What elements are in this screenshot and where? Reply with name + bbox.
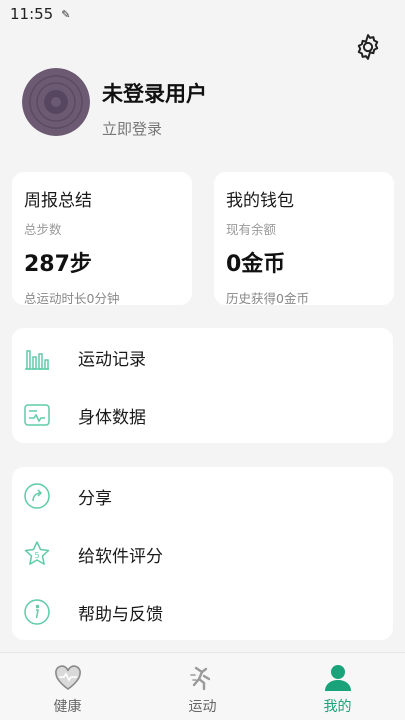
avatar[interactable]	[22, 68, 90, 136]
bar-chart-icon	[22, 342, 52, 372]
username: 未登录用户	[102, 82, 207, 106]
menu-label: 运动记录	[78, 349, 146, 370]
login-link[interactable]: 立即登录	[102, 118, 162, 139]
coin-history-text: 历史获得0金币	[226, 291, 309, 306]
weekly-summary-title: 周报总结	[24, 191, 92, 211]
tab-health[interactable]: 健康	[0, 653, 135, 720]
edit-icon: ✎	[61, 7, 71, 21]
tab-label: 健康	[53, 699, 82, 715]
share-icon	[22, 481, 52, 511]
total-steps-value: 287步	[24, 252, 92, 277]
menu-item-body-data[interactable]: 身体数据	[12, 386, 393, 444]
heart-pulse-icon	[53, 663, 83, 693]
wallet-card[interactable]: 我的钱包 现有余额 0金币 历史获得0金币	[214, 172, 394, 306]
person-icon	[323, 663, 353, 693]
menu-item-help-feedback[interactable]: 帮助与反馈	[12, 583, 393, 641]
menu-label: 身体数据	[78, 407, 146, 428]
tab-mine[interactable]: 我的	[270, 653, 405, 720]
menu-item-rate-app[interactable]: 5 给软件评分	[12, 525, 393, 583]
tab-exercise[interactable]: 运动	[135, 653, 270, 720]
tab-label: 运动	[188, 699, 217, 715]
running-icon	[188, 663, 218, 693]
menu-group-records: 运动记录 身体数据	[12, 328, 393, 443]
bottom-tab-bar: 健康 运动 我的	[0, 652, 405, 720]
star-rate-icon: 5	[22, 539, 52, 569]
menu-item-exercise-records[interactable]: 运动记录	[12, 328, 393, 386]
wallet-title: 我的钱包	[226, 191, 294, 211]
menu-label: 分享	[78, 488, 112, 509]
menu-group-misc: 分享 5 给软件评分 帮助与反馈	[12, 467, 393, 640]
profile-header: 未登录用户 立即登录	[22, 68, 382, 138]
settings-button[interactable]	[351, 30, 385, 64]
body-data-icon	[22, 400, 52, 430]
menu-label: 帮助与反馈	[78, 604, 163, 625]
tab-label: 我的	[323, 699, 352, 715]
menu-item-share[interactable]: 分享	[12, 467, 393, 525]
help-icon	[22, 597, 52, 627]
total-duration-text: 总运动时长0分钟	[24, 291, 120, 306]
avatar-image	[22, 68, 90, 136]
gear-icon	[357, 34, 379, 60]
balance-label: 现有余额	[226, 222, 277, 237]
balance-value: 0金币	[226, 252, 286, 277]
menu-label: 给软件评分	[78, 546, 163, 567]
svg-text:5: 5	[34, 551, 39, 560]
total-steps-label: 总步数	[24, 222, 62, 237]
status-time: 11:55	[10, 5, 54, 23]
weekly-summary-card[interactable]: 周报总结 总步数 287步 总运动时长0分钟	[12, 172, 192, 306]
status-bar: 11:55 ✎	[0, 0, 405, 28]
